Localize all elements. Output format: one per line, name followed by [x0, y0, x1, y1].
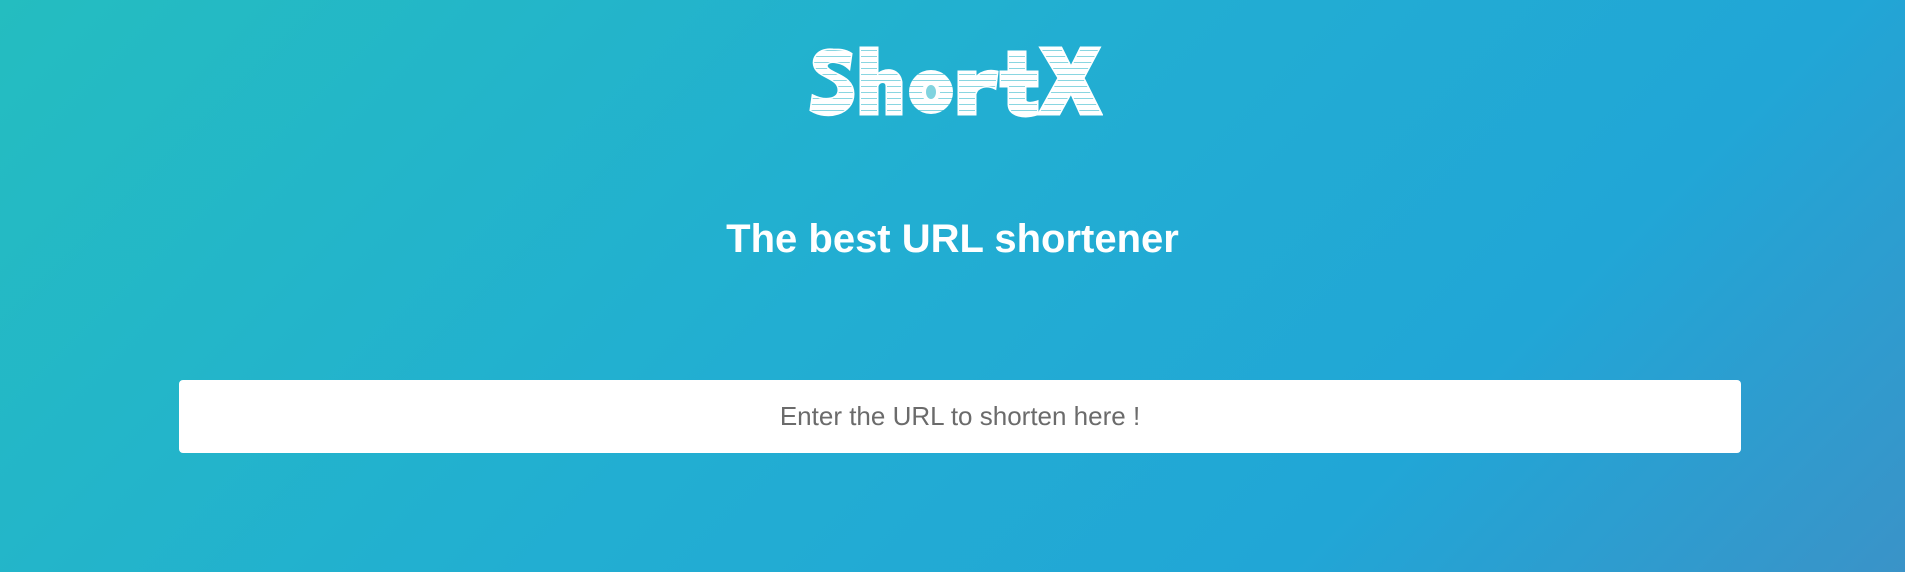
shortx-logo-icon	[808, 46, 1103, 118]
url-input[interactable]	[179, 380, 1741, 453]
page-tagline: The best URL shortener	[726, 217, 1179, 261]
site-logo	[0, 38, 1905, 133]
